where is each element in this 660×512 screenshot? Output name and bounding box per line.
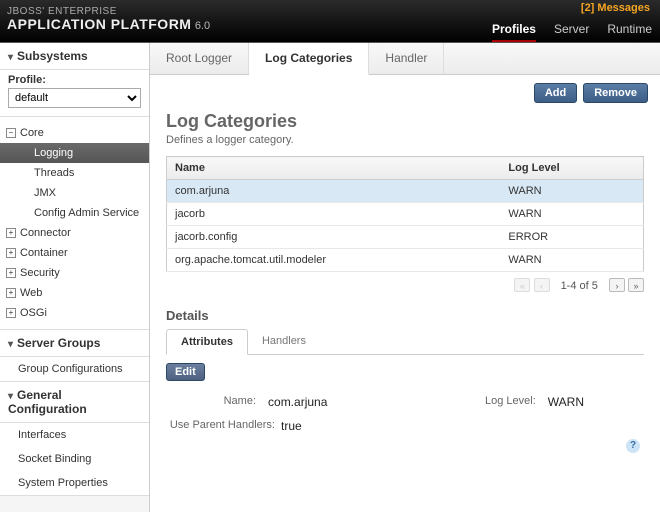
nav-profiles[interactable]: Profiles	[492, 22, 536, 42]
cell-level: WARN	[500, 180, 643, 203]
sidebar: ▾ Subsystems Profile: default Core Loggin…	[0, 43, 150, 512]
chevron-down-icon: ▾	[8, 391, 13, 402]
section-general-config-label: General Configuration	[8, 388, 87, 416]
chevron-down-icon: ▾	[8, 52, 13, 63]
subtab-attributes[interactable]: Attributes	[166, 329, 248, 355]
help-icon[interactable]: ?	[626, 439, 640, 453]
nav-server[interactable]: Server	[554, 22, 589, 36]
cell-name: org.apache.tomcat.util.modeler	[167, 249, 501, 272]
tree-core[interactable]: Core	[0, 123, 149, 143]
cell-level: WARN	[500, 249, 643, 272]
tree-osgi[interactable]: OSGi	[0, 303, 149, 323]
chevron-down-icon: ▾	[8, 339, 13, 350]
pager-next-icon[interactable]: ›	[609, 278, 625, 292]
page-title: Log Categories	[150, 111, 660, 134]
section-server-groups[interactable]: ▾ Server Groups	[0, 330, 149, 357]
brand-line2: APPLICATION PLATFORM	[7, 16, 191, 32]
sidebar-item-interfaces[interactable]: Interfaces	[0, 423, 149, 447]
tree-core-threads[interactable]: Threads	[0, 163, 149, 183]
tree-connector[interactable]: Connector	[0, 223, 149, 243]
table-row[interactable]: jacorb.config ERROR	[167, 226, 644, 249]
section-subsystems[interactable]: ▾ Subsystems	[0, 43, 149, 70]
sidebar-item-group-configurations[interactable]: Group Configurations	[0, 357, 149, 381]
cell-level: WARN	[500, 203, 643, 226]
edit-button[interactable]: Edit	[166, 363, 205, 381]
tree-container[interactable]: Container	[0, 243, 149, 263]
pager-prev-icon[interactable]: ‹	[534, 278, 550, 292]
page-subtitle: Defines a logger category.	[150, 134, 660, 156]
tab-log-categories[interactable]: Log Categories	[249, 43, 369, 75]
profile-label: Profile:	[8, 74, 141, 86]
top-nav: Profiles Server Runtime	[492, 22, 652, 36]
form-useparent-label: Use Parent Handlers:	[166, 419, 281, 433]
subtab-handlers[interactable]: Handlers	[248, 329, 320, 354]
table-row[interactable]: com.arjuna WARN	[167, 180, 644, 203]
col-name[interactable]: Name	[167, 157, 501, 180]
table-row[interactable]: org.apache.tomcat.util.modeler WARN	[167, 249, 644, 272]
profile-select[interactable]: default	[8, 88, 141, 108]
main-panel: Root Logger Log Categories Handler Add R…	[150, 43, 660, 512]
pager: « ‹ 1-4 of 5 › »	[150, 272, 660, 298]
form-name-value: com.arjuna	[268, 395, 327, 409]
pager-text: 1-4 of 5	[561, 280, 598, 292]
tree-security[interactable]: Security	[0, 263, 149, 283]
tree-core-logging[interactable]: Logging	[0, 143, 149, 163]
pager-first-icon[interactable]: «	[514, 278, 530, 292]
section-general-config[interactable]: ▾General Configuration	[0, 382, 149, 423]
section-server-groups-label: Server Groups	[17, 336, 100, 350]
brand-version: 6.0	[195, 20, 210, 32]
table-row[interactable]: jacorb WARN	[167, 203, 644, 226]
detail-subtabs: Attributes Handlers	[166, 329, 644, 355]
tree-core-jmx[interactable]: JMX	[0, 183, 149, 203]
cell-name: jacorb	[167, 203, 501, 226]
add-button[interactable]: Add	[534, 83, 577, 103]
form-name-label: Name:	[224, 395, 262, 409]
brand: JBOSS' ENTERPRISE APPLICATION PLATFORM 6…	[7, 7, 210, 32]
form-loglevel-label: Log Level:	[485, 395, 542, 409]
tab-handler[interactable]: Handler	[369, 43, 444, 74]
main-tabs: Root Logger Log Categories Handler	[150, 43, 660, 75]
tab-root-logger[interactable]: Root Logger	[150, 43, 249, 74]
form-useparent-value: true	[281, 419, 302, 433]
col-log-level[interactable]: Log Level	[500, 157, 643, 180]
cell-name: com.arjuna	[167, 180, 501, 203]
cell-name: jacorb.config	[167, 226, 501, 249]
tree-core-config-admin[interactable]: Config Admin Service	[0, 203, 149, 223]
sidebar-item-system-properties[interactable]: System Properties	[0, 471, 149, 495]
cell-level: ERROR	[500, 226, 643, 249]
details-header: Details	[150, 298, 660, 329]
log-categories-table: Name Log Level com.arjuna WARN jacorb WA…	[166, 156, 644, 272]
tree-web[interactable]: Web	[0, 283, 149, 303]
remove-button[interactable]: Remove	[583, 83, 648, 103]
pager-last-icon[interactable]: »	[628, 278, 644, 292]
form-loglevel-value: WARN	[548, 395, 584, 409]
section-subsystems-label: Subsystems	[17, 49, 88, 63]
nav-runtime[interactable]: Runtime	[607, 22, 652, 36]
sidebar-item-socket-binding[interactable]: Socket Binding	[0, 447, 149, 471]
messages-link[interactable]: [2] Messages	[581, 2, 650, 14]
